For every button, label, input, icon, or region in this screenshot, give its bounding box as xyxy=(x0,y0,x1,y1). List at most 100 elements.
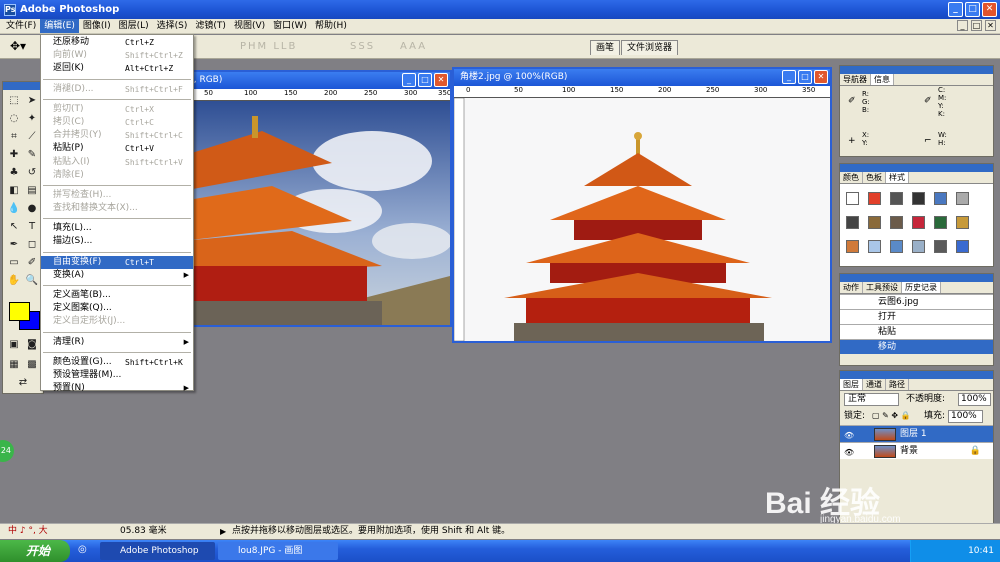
maximize-icon[interactable]: □ xyxy=(965,2,980,17)
layer-row[interactable]: 👁 图层 1 xyxy=(840,425,993,442)
palette-header[interactable] xyxy=(840,274,993,282)
style-swatch[interactable] xyxy=(956,192,969,205)
opacity-input[interactable]: 100% xyxy=(958,393,991,406)
quick-launch-icon[interactable]: ◎ xyxy=(78,544,87,555)
taskbar-item[interactable]: lou8.JPG - 画图 xyxy=(218,542,338,560)
menu-item[interactable]: 窗口(W) xyxy=(269,19,311,33)
edit-menu-item[interactable]: 预设管理器(M)... xyxy=(41,369,193,382)
menu-item[interactable]: 帮助(H) xyxy=(311,19,351,33)
shape-tool-icon[interactable]: ◻ xyxy=(25,238,39,252)
edit-menu-item[interactable]: 还原移动 Ctrl+Z xyxy=(41,36,193,49)
menu-item[interactable]: 视图(V) xyxy=(230,19,269,33)
style-swatch[interactable] xyxy=(934,216,947,229)
menu-item[interactable]: 文件(F) xyxy=(2,19,40,33)
menu-item[interactable]: 滤镜(T) xyxy=(191,19,230,33)
tab-swatches[interactable]: 色板 xyxy=(863,172,886,183)
edit-menu-item[interactable]: 清除(E) xyxy=(41,169,193,182)
tab-styles[interactable]: 样式 xyxy=(886,172,909,183)
well-tab-file-browser[interactable]: 文件浏览器 xyxy=(621,40,679,55)
edit-menu-item[interactable]: 定义图案(Q)... xyxy=(41,302,193,315)
crop-tool-icon[interactable]: ⌗ xyxy=(7,130,21,144)
jump-to-imageready-icon[interactable]: ⇄ xyxy=(16,376,30,390)
healing-brush-icon[interactable]: ✚ xyxy=(7,148,21,162)
tab-layers[interactable]: 图层 xyxy=(840,379,863,390)
style-swatch[interactable] xyxy=(890,216,903,229)
history-brush-icon[interactable]: ↺ xyxy=(25,166,39,180)
edit-menu-item[interactable]: 自由变换(F) Ctrl+T xyxy=(41,255,193,269)
tab-navigator[interactable]: 导航器 xyxy=(840,74,871,85)
document-2-title-bar[interactable]: 角楼2.jpg @ 100%(RGB) _ □ ✕ xyxy=(454,69,830,86)
palette-header[interactable] xyxy=(840,371,993,379)
notes-tool-icon[interactable]: ▭ xyxy=(7,256,21,270)
style-swatch[interactable] xyxy=(912,240,925,253)
marquee-tool-icon[interactable]: ⬚ xyxy=(7,94,21,108)
mdi-minimize-icon[interactable]: _ xyxy=(957,20,968,31)
quickmask-mode-icon[interactable]: ◙ xyxy=(25,338,39,352)
doc2-close-icon[interactable]: ✕ xyxy=(814,70,828,84)
edit-menu-item[interactable]: 预置(N) ▶ xyxy=(41,382,193,395)
close-icon[interactable]: ✕ xyxy=(982,2,997,17)
doc1-close-icon[interactable]: ✕ xyxy=(434,73,448,87)
style-swatch[interactable] xyxy=(934,240,947,253)
blend-mode-select[interactable]: 正常 xyxy=(844,393,899,406)
palette-header[interactable] xyxy=(840,164,993,172)
edit-menu-item[interactable]: 粘贴(P) Ctrl+V xyxy=(41,142,193,155)
edit-menu-item[interactable]: 剪切(T) Ctrl+X xyxy=(41,103,193,116)
doc2-canvas-image[interactable] xyxy=(454,98,830,341)
edit-menu-item[interactable]: 粘贴入(I) Shift+Ctrl+V xyxy=(41,156,193,169)
eyedropper-icon[interactable]: ✐ xyxy=(25,256,39,270)
tab-actions[interactable]: 动作 xyxy=(840,282,863,293)
menu-item[interactable]: 选择(S) xyxy=(153,19,192,33)
edit-menu-item[interactable]: 查找和替换文本(X)... xyxy=(41,202,193,215)
path-select-icon[interactable]: ↖ xyxy=(7,220,21,234)
mdi-restore-icon[interactable]: □ xyxy=(971,20,982,31)
edit-menu-item[interactable]: 颜色设置(G)... Shift+Ctrl+K xyxy=(41,356,193,369)
dodge-tool-icon[interactable]: ● xyxy=(25,202,39,216)
pen-tool-icon[interactable]: ✒ xyxy=(7,238,21,252)
tab-info[interactable]: 信息 xyxy=(871,74,894,85)
tab-paths[interactable]: 路径 xyxy=(886,379,909,390)
standard-mode-icon[interactable]: ▣ xyxy=(7,338,21,352)
tab-history[interactable]: 历史记录 xyxy=(902,282,941,293)
ime-indicator[interactable]: 中 ♪ °, 大 xyxy=(8,524,48,539)
edit-menu-item[interactable]: 清理(R) ▶ xyxy=(41,336,193,349)
doc2-minimize-icon[interactable]: _ xyxy=(782,70,796,84)
history-item[interactable]: 移动 xyxy=(840,339,993,354)
style-swatch[interactable] xyxy=(846,192,859,205)
doc1-minimize-icon[interactable]: _ xyxy=(402,73,416,87)
style-swatch[interactable] xyxy=(890,240,903,253)
tab-tool-presets[interactable]: 工具预设 xyxy=(863,282,902,293)
history-item[interactable]: 打开 xyxy=(840,309,993,324)
edit-menu-item[interactable]: 拷贝(C) Ctrl+C xyxy=(41,116,193,129)
blur-tool-icon[interactable]: 💧 xyxy=(7,202,21,216)
menu-item[interactable]: 图像(I) xyxy=(79,19,115,33)
type-tool-icon[interactable]: T xyxy=(25,220,39,234)
well-tab-brushes[interactable]: 画笔 xyxy=(590,40,621,55)
layer-row[interactable]: 👁 背景 🔒 xyxy=(840,442,993,459)
stamp-tool-icon[interactable]: ♣ xyxy=(7,166,21,180)
floating-badge[interactable]: 24 xyxy=(0,440,14,462)
move-tool-icon-2[interactable]: ➤ xyxy=(25,94,39,108)
fill-input[interactable]: 100% xyxy=(948,410,983,423)
lock-icons[interactable]: ▢ ✎ ✥ 🔒 xyxy=(872,408,911,424)
brush-tool-icon[interactable]: ✎ xyxy=(25,148,39,162)
doc1-canvas-image[interactable] xyxy=(182,101,450,325)
edit-menu-item[interactable]: 合并拷贝(Y) Shift+Ctrl+C xyxy=(41,129,193,142)
edit-menu-item[interactable]: 向前(W) Shift+Ctrl+Z xyxy=(41,49,193,62)
edit-menu-item[interactable]: 拼写检查(H)... xyxy=(41,189,193,202)
foreground-color-swatch[interactable] xyxy=(9,302,30,321)
tab-color[interactable]: 颜色 xyxy=(840,172,863,183)
slice-tool-icon[interactable]: ⟋ xyxy=(25,130,39,144)
history-item[interactable]: 粘贴 xyxy=(840,324,993,339)
doc1-maximize-icon[interactable]: □ xyxy=(418,73,432,87)
style-swatch[interactable] xyxy=(912,192,925,205)
style-swatch[interactable] xyxy=(956,240,969,253)
style-swatch[interactable] xyxy=(934,192,947,205)
palette-header[interactable] xyxy=(840,66,993,74)
taskbar-item[interactable]: Adobe Photoshop xyxy=(100,542,215,560)
edit-menu-item[interactable]: 填充(L)... xyxy=(41,222,193,235)
style-swatch[interactable] xyxy=(890,192,903,205)
style-swatch[interactable] xyxy=(868,192,881,205)
edit-menu-item[interactable]: 消褪(D)... Shift+Ctrl+F xyxy=(41,83,193,96)
edit-menu-item[interactable]: 变换(A) ▶ xyxy=(41,269,193,282)
